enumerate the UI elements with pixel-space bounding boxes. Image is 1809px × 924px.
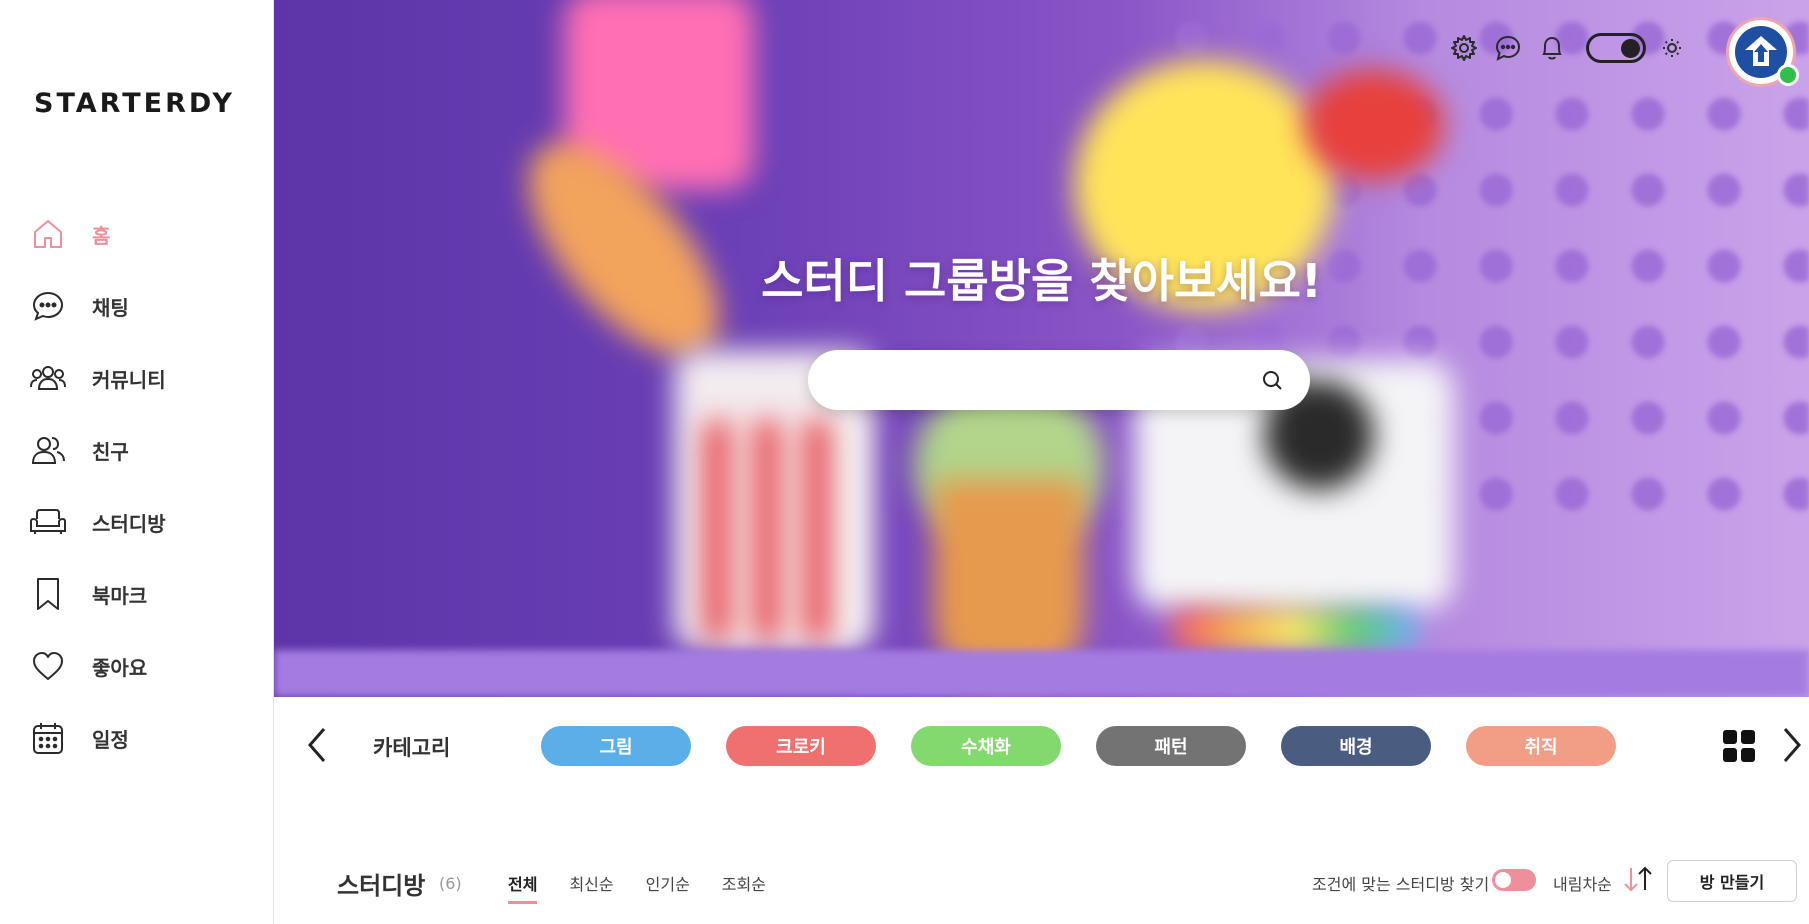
online-status-indicator <box>1777 64 1799 86</box>
heart-icon <box>28 646 68 686</box>
sun-icon[interactable] <box>1656 32 1688 64</box>
calendar-icon <box>28 718 68 758</box>
sidebar: STARTERDY 홈 채팅 커뮤니티 친구 스터디방 북마크 좋아요 일정 <box>0 0 274 924</box>
sidebar-item-chat[interactable]: 채팅 <box>28 286 166 326</box>
avatar[interactable] <box>1726 17 1799 87</box>
sidebar-item-label: 홈 <box>92 223 111 248</box>
sort-tab-all[interactable]: 전체 <box>508 871 538 904</box>
filter-label: 조건에 맞는 스터디방 찾기 <box>1312 875 1490 894</box>
sidebar-item-friends[interactable]: 친구 <box>28 430 166 470</box>
category-chip[interactable]: 취직 <box>1466 726 1616 766</box>
grid-view-icon[interactable] <box>1723 730 1755 762</box>
chevron-left-icon[interactable] <box>302 725 332 765</box>
category-chip[interactable]: 크로키 <box>726 726 876 766</box>
sort-order-icon[interactable] <box>1620 864 1656 894</box>
filter-toggle[interactable] <box>1492 869 1536 891</box>
hero-banner: 스터디 그룹방을 찾아보세요! <box>274 0 1809 697</box>
app-logo[interactable]: STARTERDY <box>34 88 235 119</box>
category-chip[interactable]: 배경 <box>1281 726 1431 766</box>
sidebar-item-bookmark[interactable]: 북마크 <box>28 574 166 614</box>
sidebar-item-label: 스터디방 <box>92 511 166 536</box>
hero-floor <box>274 650 1809 697</box>
sidebar-item-home[interactable]: 홈 <box>28 214 166 254</box>
sidebar-item-label: 친구 <box>92 439 129 464</box>
hero-title: 스터디 그룹방을 찾아보세요! <box>761 254 1322 308</box>
sidebar-nav: 홈 채팅 커뮤니티 친구 스터디방 북마크 좋아요 일정 <box>28 214 166 790</box>
category-chip[interactable]: 수채화 <box>911 726 1061 766</box>
filter-toggle-knob <box>1495 872 1511 888</box>
sidebar-item-community[interactable]: 커뮤니티 <box>28 358 166 398</box>
community-icon <box>28 358 68 398</box>
sort-tabs: 전체 최신순 인기순 조회순 <box>508 871 798 904</box>
study-room-count: (6) <box>439 874 462 893</box>
search-input[interactable] <box>832 369 1258 391</box>
study-room-title: 스터디방 <box>337 872 426 900</box>
sidebar-item-schedule[interactable]: 일정 <box>28 718 166 758</box>
search-bar[interactable] <box>808 350 1310 410</box>
friends-icon <box>28 430 68 470</box>
sidebar-item-label: 커뮤니티 <box>92 367 166 392</box>
create-room-button[interactable]: 방 만들기 <box>1667 860 1797 902</box>
hero-decoration <box>1304 70 1444 180</box>
study-room-header: 스터디방 (6) 전체 최신순 인기순 조회순 조건에 맞는 스터디방 찾기 내… <box>274 850 1809 924</box>
sort-tab-views[interactable]: 조회순 <box>722 871 766 904</box>
hero-decoration <box>1174 610 1414 650</box>
category-title: 카테고리 <box>373 736 451 760</box>
sort-tab-popular[interactable]: 인기순 <box>646 871 690 904</box>
sofa-icon <box>28 502 68 542</box>
chevron-right-icon[interactable] <box>1777 725 1807 765</box>
bell-icon[interactable] <box>1536 32 1568 64</box>
sidebar-item-label: 일정 <box>92 727 129 752</box>
sidebar-item-label: 북마크 <box>92 583 148 608</box>
theme-toggle[interactable] <box>1586 33 1646 63</box>
sidebar-item-label: 채팅 <box>92 295 129 320</box>
home-icon <box>28 214 68 254</box>
sidebar-item-likes[interactable]: 좋아요 <box>28 646 166 686</box>
category-chip[interactable]: 패턴 <box>1096 726 1246 766</box>
bookmark-icon <box>28 574 68 614</box>
theme-toggle-knob <box>1621 39 1640 58</box>
category-chip[interactable]: 그림 <box>541 726 691 766</box>
gear-icon[interactable] <box>1448 32 1480 64</box>
search-icon[interactable] <box>1258 366 1286 394</box>
top-controls <box>1448 32 1700 64</box>
order-label: 내림차순 <box>1553 875 1612 894</box>
sort-tab-latest[interactable]: 최신순 <box>569 871 613 904</box>
hero-decoration <box>704 420 854 640</box>
chat-icon <box>28 286 68 326</box>
sidebar-item-label: 좋아요 <box>92 655 148 680</box>
sidebar-item-study-room[interactable]: 스터디방 <box>28 502 166 542</box>
category-bar: 카테고리 그림 크로키 수채화 패턴 배경 취직 <box>274 697 1809 797</box>
category-chips: 그림 크로키 수채화 패턴 배경 취직 <box>541 726 1651 766</box>
chat-icon[interactable] <box>1492 32 1524 64</box>
